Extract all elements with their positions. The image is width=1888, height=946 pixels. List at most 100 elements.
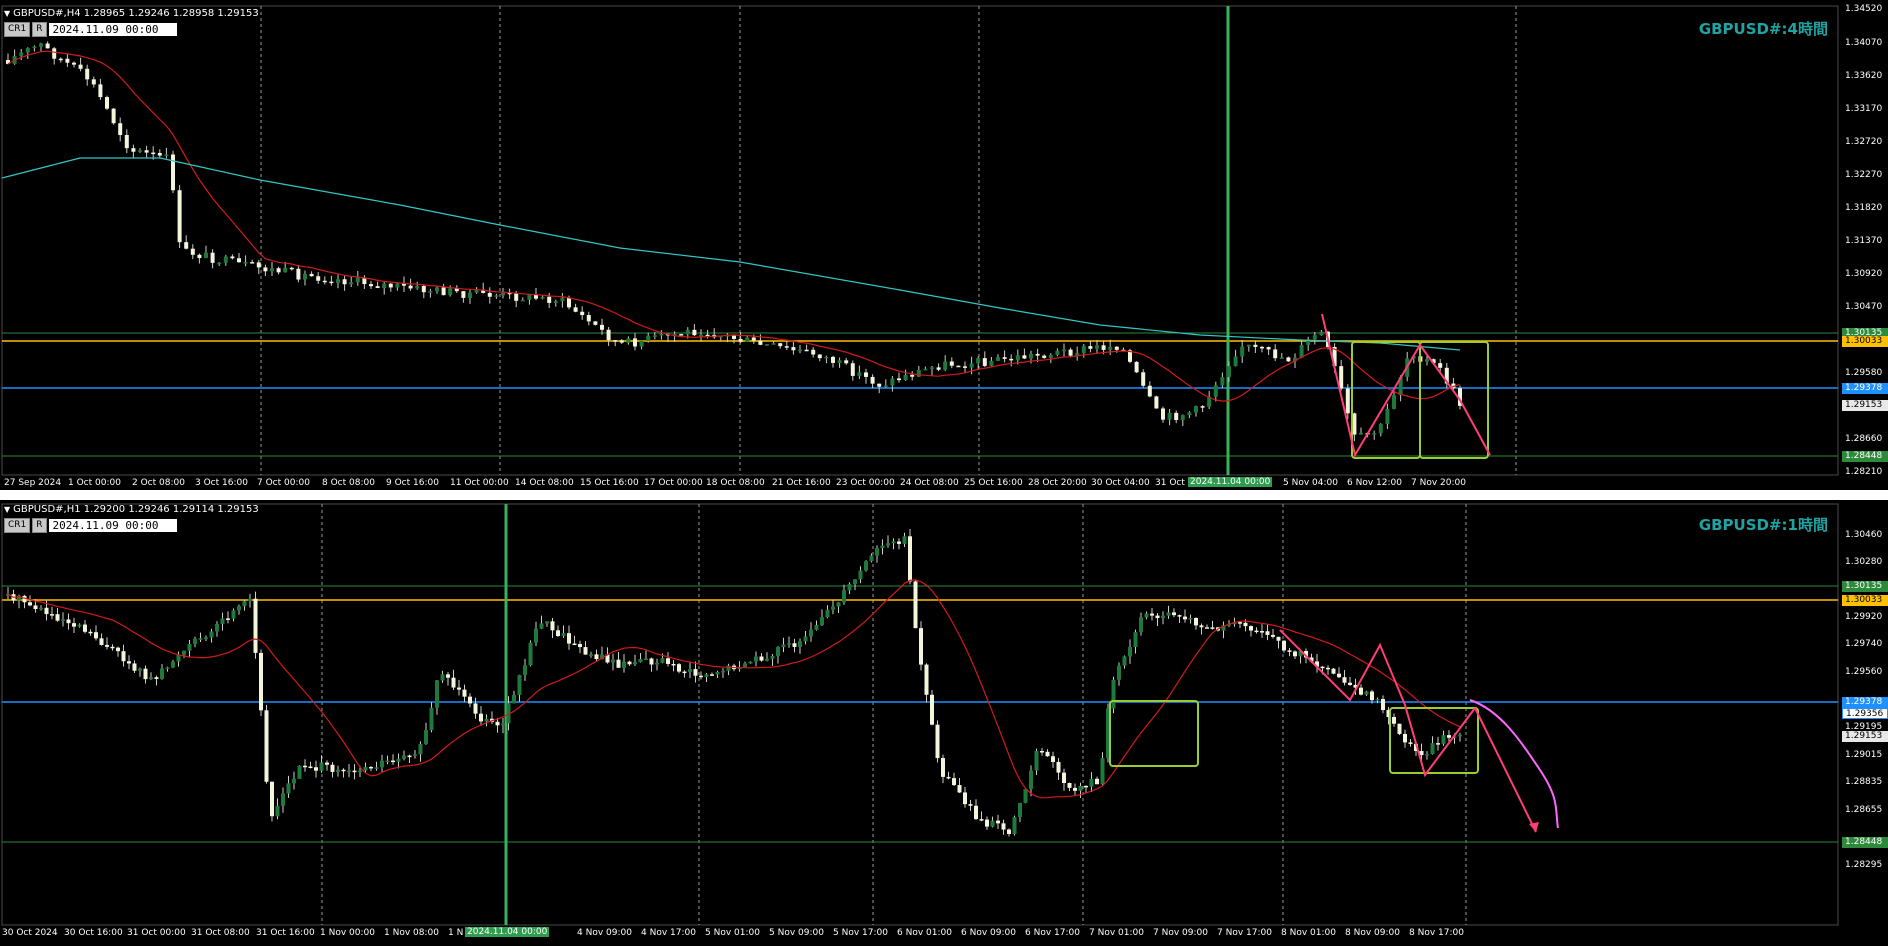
candle-body bbox=[758, 340, 763, 345]
candle-body bbox=[514, 293, 519, 301]
candle-body bbox=[1378, 424, 1383, 434]
candle-body bbox=[358, 770, 362, 773]
candle-body bbox=[743, 663, 747, 668]
candle-body bbox=[1271, 634, 1275, 637]
candle-body bbox=[715, 671, 720, 675]
candle-body bbox=[243, 262, 248, 264]
cr1-button[interactable]: CR1 bbox=[4, 22, 31, 37]
h4-chart-canvas[interactable] bbox=[0, 0, 1888, 490]
plot-frame bbox=[1, 503, 1839, 926]
time-axis-label: 24 Oct 08:00 bbox=[900, 478, 959, 488]
candle-body bbox=[539, 623, 544, 629]
r-button[interactable]: R bbox=[32, 518, 47, 533]
candle-body bbox=[520, 299, 525, 302]
candle-body bbox=[448, 288, 453, 296]
h1-chart-canvas[interactable] bbox=[0, 500, 1888, 946]
candle-body bbox=[226, 618, 230, 620]
forecast-arrow bbox=[1474, 707, 1537, 833]
candle-body bbox=[342, 279, 347, 285]
candle-body bbox=[1430, 743, 1435, 755]
candle-body bbox=[1161, 615, 1165, 619]
candle-body bbox=[1370, 691, 1374, 701]
candle-body bbox=[891, 541, 896, 544]
price-axis-label: 1.29015 bbox=[1845, 750, 1883, 760]
candle-body bbox=[309, 273, 314, 277]
date-input[interactable]: 2024.11.09 00:00 bbox=[48, 519, 177, 532]
candle-body bbox=[1009, 358, 1014, 361]
candle-body bbox=[369, 284, 373, 287]
candle-body bbox=[792, 643, 797, 647]
price-tag-green-bottom: 1.28448 bbox=[1842, 451, 1888, 462]
candle-body bbox=[1438, 363, 1443, 368]
candle-body bbox=[462, 689, 467, 697]
h1-chart-panel[interactable]: ▼ GBPUSD#,H1 1.29200 1.29246 1.29114 1.29… bbox=[0, 500, 1888, 946]
time-axis-label: 2 Oct 08:00 bbox=[132, 478, 185, 488]
candle-body bbox=[1276, 636, 1281, 641]
candle-body bbox=[751, 337, 756, 341]
candle-body bbox=[957, 785, 962, 793]
candle-body bbox=[776, 647, 780, 657]
time-axis-label: 28 Oct 20:00 bbox=[1028, 478, 1087, 488]
time-axis-label: 6 Nov 01:00 bbox=[897, 928, 952, 938]
candle-body bbox=[666, 658, 670, 664]
candle-body bbox=[154, 677, 159, 679]
candle-body bbox=[138, 150, 142, 152]
candle-body bbox=[263, 267, 268, 272]
panel-divider[interactable] bbox=[0, 490, 1888, 500]
candle-body bbox=[908, 536, 912, 582]
candle-body bbox=[692, 329, 697, 336]
candle-body bbox=[457, 687, 461, 690]
candle-body bbox=[745, 337, 750, 342]
candle-body bbox=[952, 778, 956, 786]
candle-body bbox=[319, 762, 324, 771]
candle-body bbox=[325, 762, 329, 765]
collapse-arrow-icon[interactable]: ▼ bbox=[4, 505, 10, 514]
candle-body bbox=[1359, 687, 1363, 695]
candle-body bbox=[19, 52, 24, 56]
candle-body bbox=[421, 285, 426, 293]
candle-body bbox=[811, 349, 816, 355]
price-axis-label: 1.33170 bbox=[1845, 104, 1883, 114]
candle-body bbox=[441, 287, 446, 296]
candle-body bbox=[429, 707, 434, 731]
candle-body bbox=[33, 605, 38, 610]
candle-body bbox=[726, 665, 731, 671]
candle-body bbox=[1172, 612, 1176, 616]
time-axis-label: 15 Oct 16:00 bbox=[580, 478, 639, 488]
candle-body bbox=[303, 765, 307, 768]
date-input[interactable]: 2024.11.09 00:00 bbox=[48, 23, 177, 36]
candle-body bbox=[791, 347, 796, 351]
candle-body bbox=[151, 152, 156, 155]
cr1-button[interactable]: CR1 bbox=[4, 518, 31, 533]
candle-body bbox=[407, 755, 412, 758]
candle-body bbox=[963, 366, 967, 368]
price-axis-label: 1.28660 bbox=[1845, 434, 1883, 444]
candle-body bbox=[322, 280, 327, 283]
r-button[interactable]: R bbox=[32, 22, 47, 37]
time-axis-label: 4 Nov 17:00 bbox=[641, 928, 696, 938]
candle-body bbox=[223, 256, 228, 263]
time-axis-label: 9 Oct 16:00 bbox=[386, 478, 439, 488]
candle-body bbox=[1035, 353, 1040, 356]
candle-body bbox=[85, 68, 90, 80]
candle-body bbox=[1045, 751, 1050, 757]
h4-chart-panel[interactable]: ▼ GBPUSD#,H4 1.28965 1.29246 1.28958 1.29… bbox=[0, 0, 1888, 490]
time-axis-label: 5 Nov 01:00 bbox=[705, 928, 760, 938]
time-axis-label: 31 Oct 00:00 bbox=[127, 928, 186, 938]
candle-body bbox=[842, 590, 846, 603]
candle-body bbox=[655, 662, 659, 665]
time-axis-label: 14 Oct 08:00 bbox=[515, 478, 574, 488]
candle-body bbox=[281, 793, 285, 806]
candle-body bbox=[968, 804, 973, 806]
time-axis-label: 31 Oct bbox=[1155, 478, 1185, 488]
candle-body bbox=[930, 367, 934, 369]
time-axis-label: 7 Nov 20:00 bbox=[1411, 478, 1466, 488]
candle-body bbox=[1199, 625, 1204, 628]
candle-body bbox=[165, 667, 170, 669]
candle-body bbox=[217, 262, 222, 265]
candle-body bbox=[512, 694, 516, 704]
collapse-arrow-icon[interactable]: ▼ bbox=[4, 9, 10, 18]
candle-body bbox=[78, 64, 83, 69]
candle-body bbox=[220, 618, 225, 624]
candle-body bbox=[1188, 617, 1193, 620]
